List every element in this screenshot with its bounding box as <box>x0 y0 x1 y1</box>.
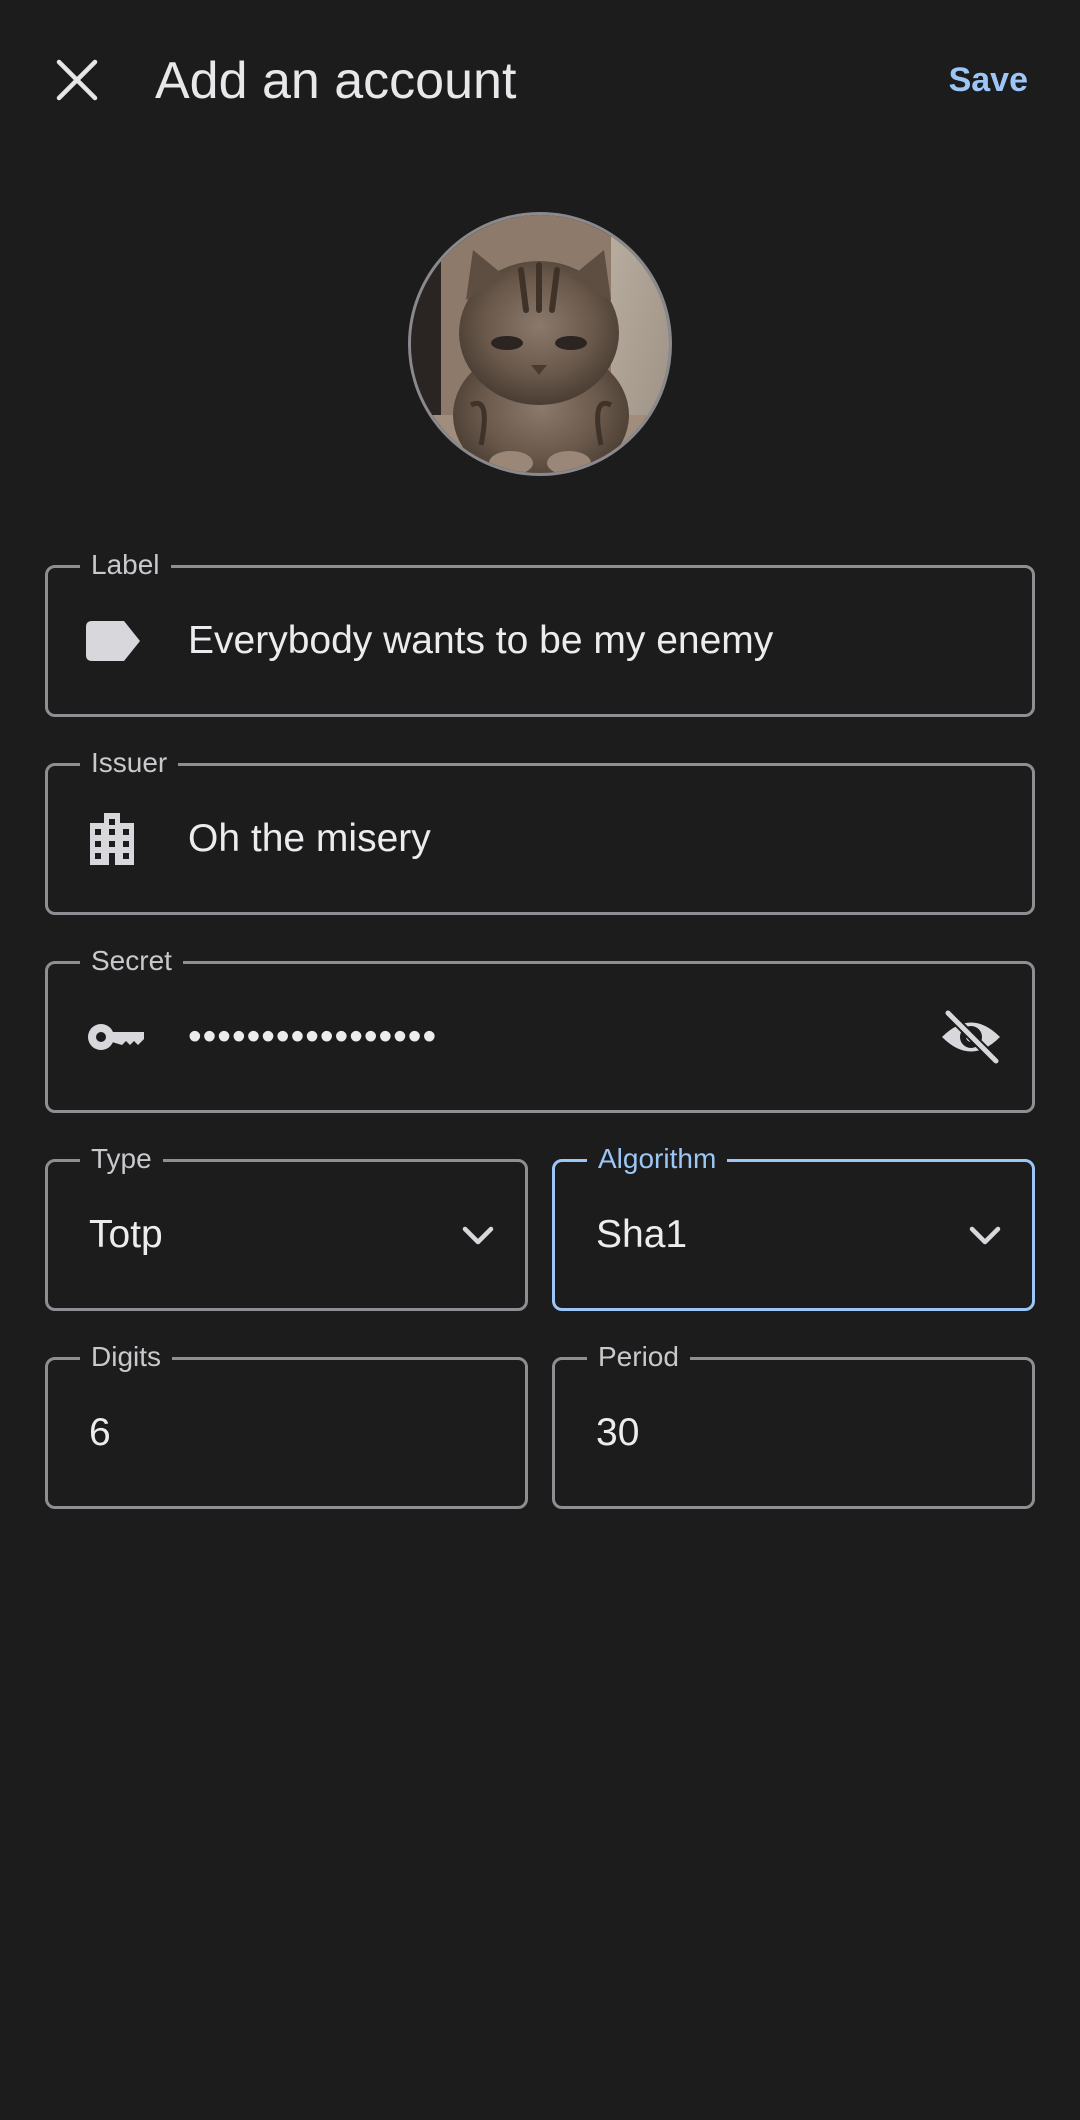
eye-off-icon <box>942 1010 1001 1064</box>
secret-field[interactable]: Secret ••••••••••••••••• <box>45 943 1035 1113</box>
digits-field[interactable]: Digits 6 <box>45 1339 528 1509</box>
chevron-down-icon <box>462 1226 494 1245</box>
label-field-label: Label <box>80 547 171 583</box>
page-title: Add an account <box>155 52 517 110</box>
save-button[interactable]: Save <box>949 56 1028 104</box>
secret-input[interactable]: ••••••••••••••••• <box>188 964 437 1110</box>
close-icon <box>56 59 98 101</box>
type-value: Totp <box>89 1213 163 1256</box>
label-input[interactable]: Everybody wants to be my enemy <box>188 568 773 714</box>
issuer-field[interactable]: Issuer Oh the misery <box>45 745 1035 915</box>
type-dropdown[interactable]: Type Totp <box>45 1141 528 1311</box>
add-account-screen: Add an account Save Label Everybody want… <box>0 0 1080 2120</box>
period-input[interactable]: 30 <box>596 1360 639 1506</box>
period-field[interactable]: Period 30 <box>552 1339 1035 1509</box>
cat-photo <box>411 215 669 473</box>
chevron-down-icon <box>969 1226 1001 1245</box>
secret-field-label: Secret <box>80 943 183 979</box>
tag-icon <box>86 621 140 661</box>
account-avatar[interactable] <box>408 212 672 476</box>
key-icon <box>86 1020 146 1054</box>
algorithm-value: Sha1 <box>596 1213 688 1256</box>
building-icon <box>86 813 138 865</box>
label-field[interactable]: Label Everybody wants to be my enemy <box>45 547 1035 717</box>
issuer-field-label: Issuer <box>80 745 179 781</box>
algorithm-dropdown[interactable]: Algorithm Sha1 <box>552 1141 1035 1311</box>
digits-input[interactable]: 6 <box>89 1360 111 1506</box>
toggle-secret-visibility-button[interactable] <box>940 1010 1002 1064</box>
close-button[interactable] <box>40 40 114 120</box>
algorithm-dropdown-toggle[interactable] <box>968 1224 1002 1246</box>
issuer-input[interactable]: Oh the misery <box>188 766 431 912</box>
type-dropdown-toggle[interactable] <box>461 1224 495 1246</box>
top-app-bar: Add an account Save <box>0 0 1080 165</box>
